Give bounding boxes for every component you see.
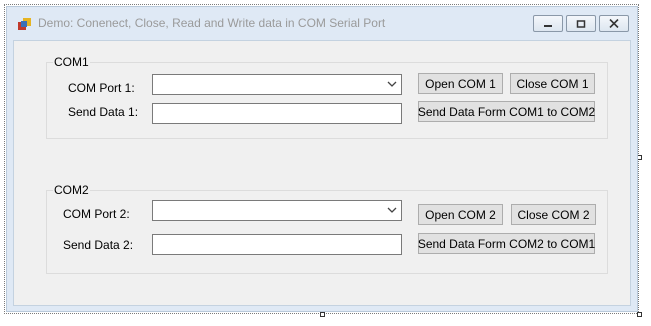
send-com2-to-com1-button[interactable]: Send Data Form COM2 to COM1 [418, 233, 595, 254]
send-data-2-label: Send Data 2: [63, 238, 134, 252]
close-window-button[interactable] [599, 15, 629, 32]
maximize-icon [576, 19, 586, 28]
send-data-1-label: Send Data 1: [68, 105, 139, 119]
close-icon [609, 19, 619, 28]
close-com1-button[interactable]: Close COM 1 [510, 73, 595, 94]
form-window: Demo: Conenect, Close, Read and Write da… [6, 6, 638, 312]
send-data-1-input[interactable] [152, 103, 402, 124]
com2-group-title: COM2 [53, 183, 90, 197]
chevron-down-icon [387, 207, 397, 213]
app-form-icon [18, 18, 31, 30]
resize-handle-bottom-right[interactable] [637, 312, 642, 317]
com-port-1-combobox[interactable] [152, 74, 402, 95]
com1-group-title: COM1 [53, 55, 90, 69]
send-data-2-input[interactable] [152, 234, 402, 255]
send-com1-to-com2-button[interactable]: Send Data Form COM1 to COM2 [418, 101, 595, 122]
com-port-1-label: COM Port 1: [68, 81, 135, 95]
window-title: Demo: Conenect, Close, Read and Write da… [38, 16, 386, 30]
minimize-icon [544, 24, 552, 27]
minimize-button[interactable] [533, 15, 563, 32]
open-com2-button[interactable]: Open COM 2 [418, 204, 503, 225]
close-com2-button[interactable]: Close COM 2 [511, 204, 596, 225]
com-port-2-label: COM Port 2: [63, 207, 130, 221]
title-bar[interactable]: Demo: Conenect, Close, Read and Write da… [7, 7, 637, 40]
chevron-down-icon [387, 81, 397, 87]
open-com1-button[interactable]: Open COM 1 [418, 73, 503, 94]
com-port-2-combobox[interactable] [152, 200, 402, 221]
form-client-area: COM1 COM Port 1: Open COM 1 Close COM 1 … [13, 40, 631, 306]
resize-handle-bottom[interactable] [320, 312, 325, 317]
maximize-button[interactable] [566, 15, 596, 32]
